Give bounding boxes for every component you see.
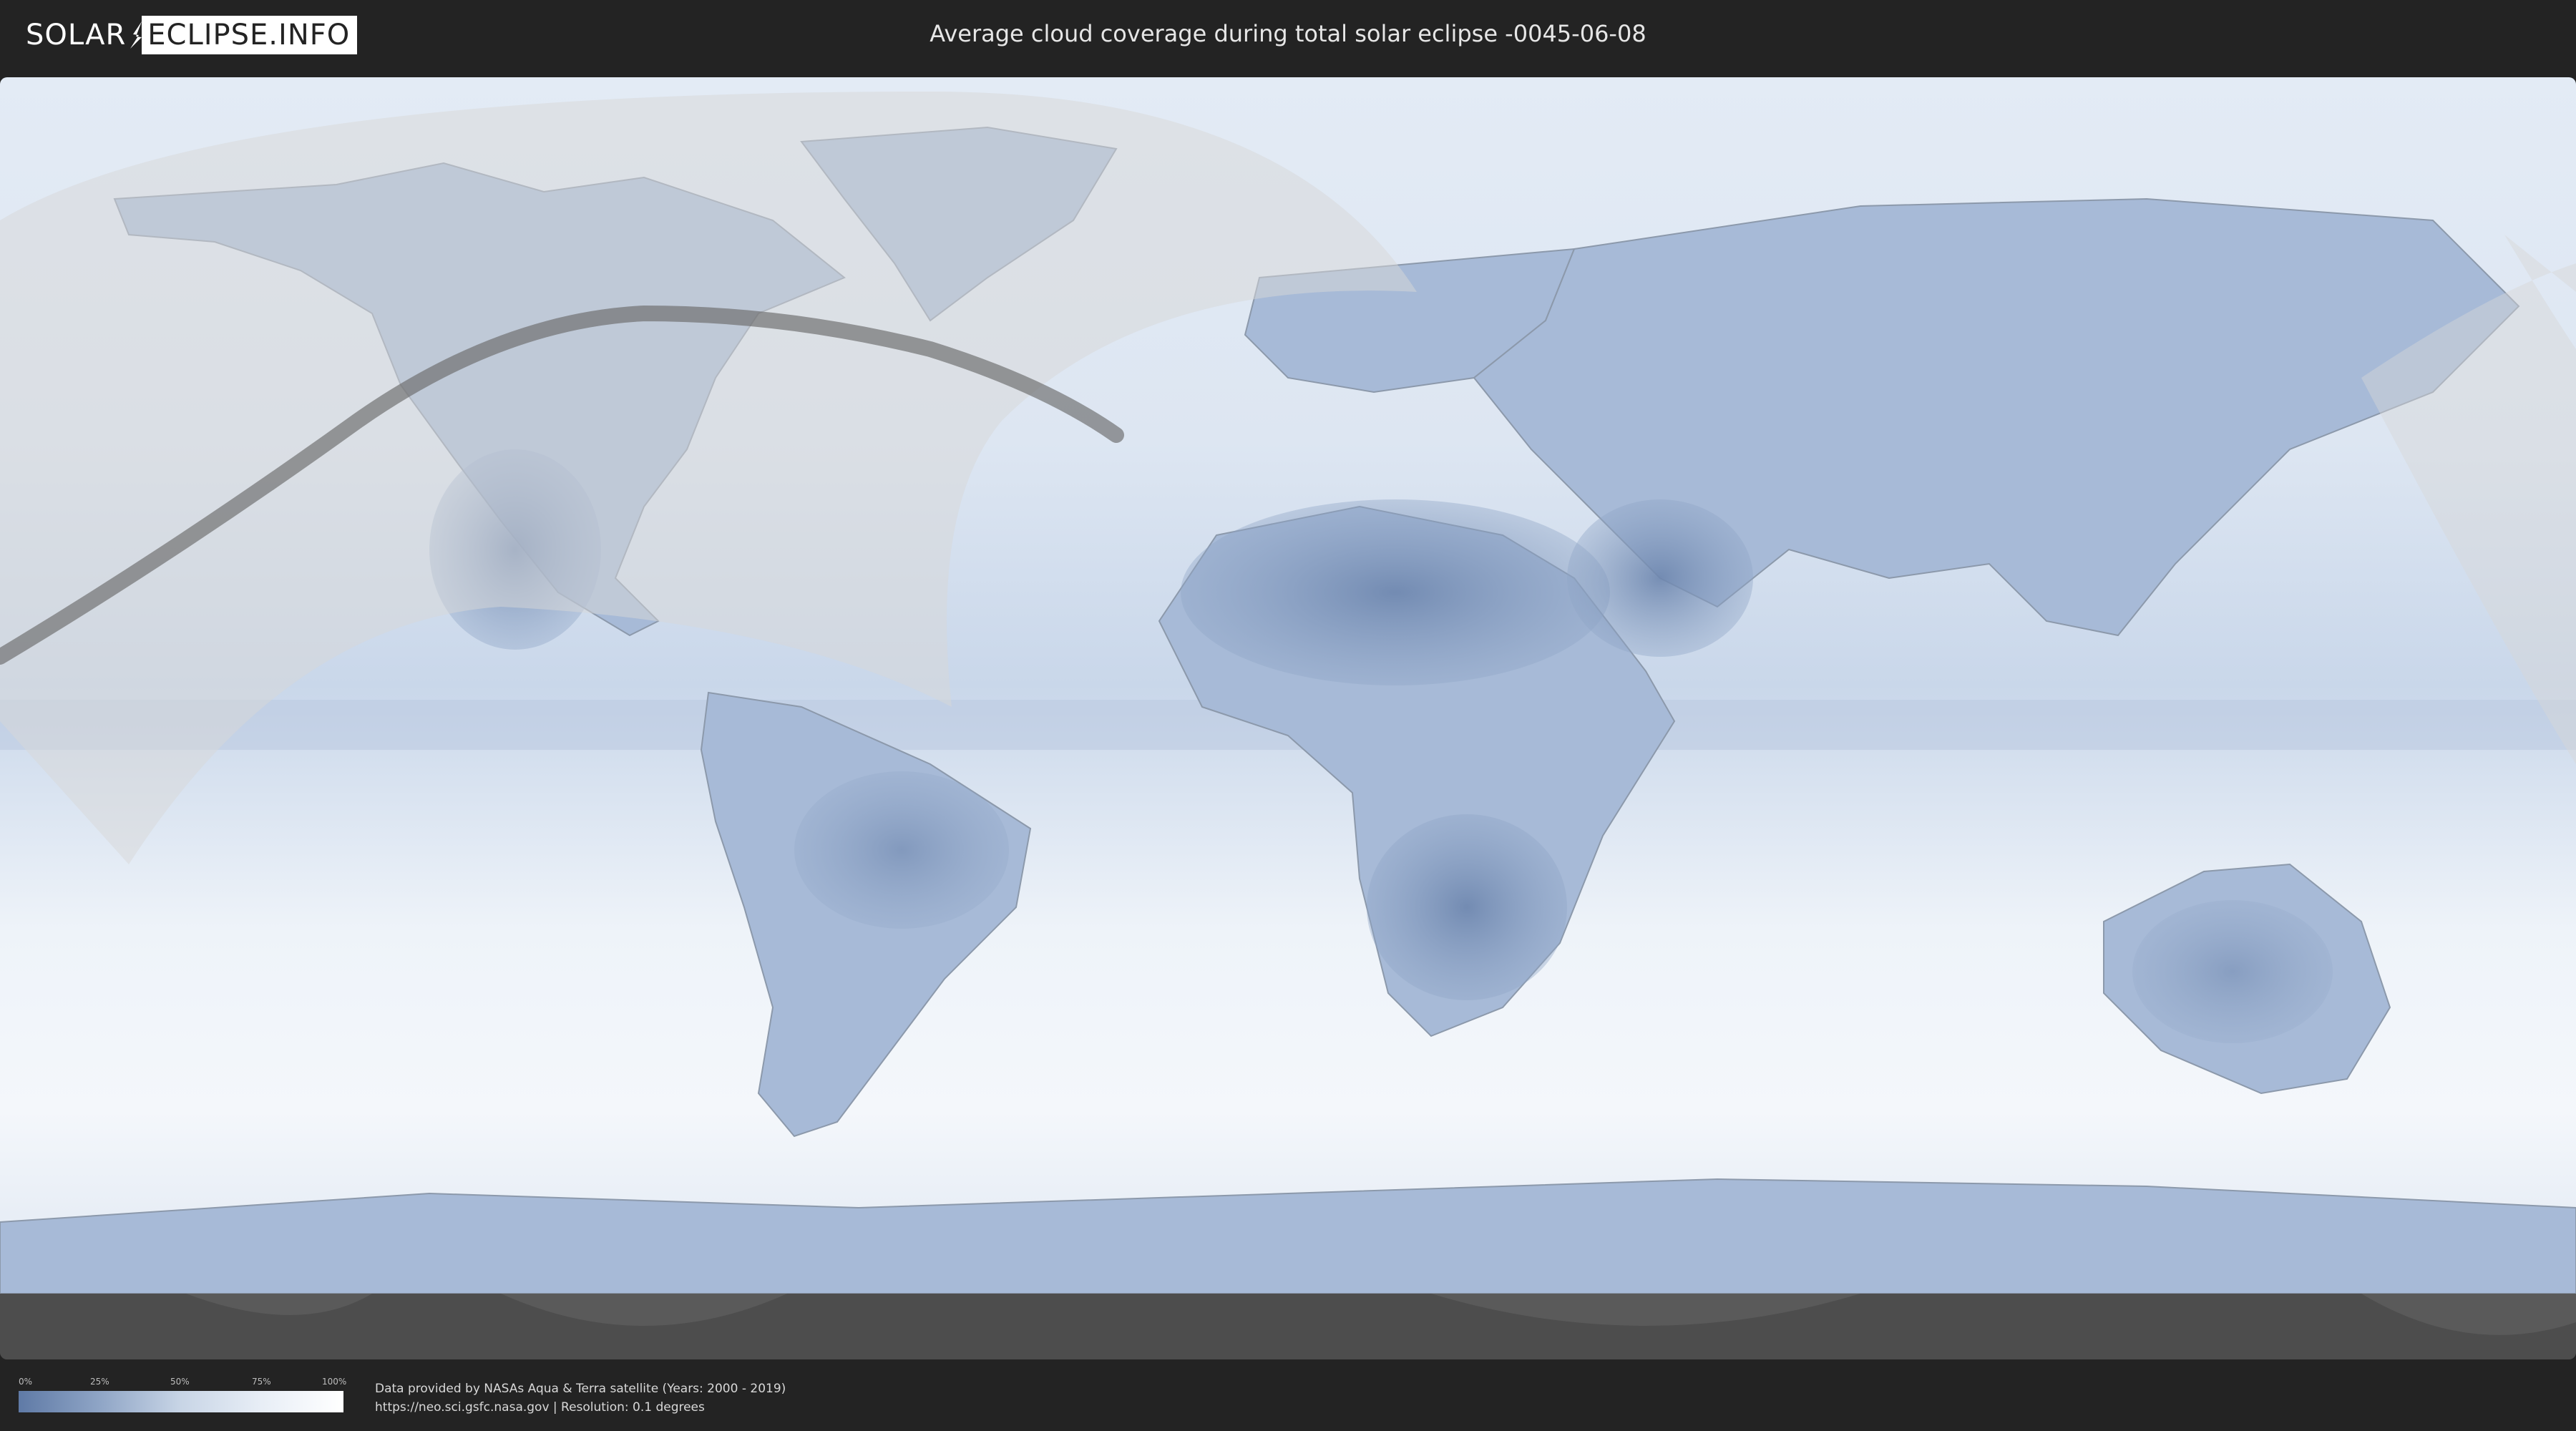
arabia-clear xyxy=(1567,499,1753,657)
legend-tick-75: 75% xyxy=(252,1377,271,1387)
footer: 0% 25% 50% 75% 100% Data provided by NAS… xyxy=(0,1359,2576,1431)
southern-africa-clear xyxy=(1367,814,1567,1000)
data-credits: Data provided by NASAs Aqua & Terra sate… xyxy=(375,1379,786,1417)
legend-tick-25: 25% xyxy=(90,1377,109,1387)
legend-ticks: 0% 25% 50% 75% 100% xyxy=(19,1374,347,1390)
world-map-svg xyxy=(0,77,2576,1359)
header: SOLAR ECLIPSE.INFO Average cloud coverag… xyxy=(0,0,2576,70)
antarctica xyxy=(0,1178,2576,1294)
cloud-coverage-map[interactable] xyxy=(0,77,2576,1359)
south-edge-band xyxy=(0,1294,2576,1359)
australia-clear xyxy=(2132,900,2333,1043)
legend-tick-100: 100% xyxy=(322,1377,347,1387)
legend-tick-0: 0% xyxy=(19,1377,33,1387)
page-title: Average cloud coverage during total sola… xyxy=(930,20,1646,47)
credits-line-2[interactable]: https://neo.sci.gsfc.nasa.gov | Resoluti… xyxy=(375,1398,786,1417)
sahara-clear xyxy=(1181,499,1610,685)
legend-tick-50: 50% xyxy=(170,1377,190,1387)
legend-gradient-bar xyxy=(19,1391,343,1412)
page: SOLAR ECLIPSE.INFO Average cloud coverag… xyxy=(0,0,2576,1431)
credits-line-1: Data provided by NASAs Aqua & Terra sate… xyxy=(375,1382,786,1396)
brazil-clear xyxy=(794,771,1009,929)
cloud-coverage-legend: 0% 25% 50% 75% 100% xyxy=(19,1374,347,1414)
